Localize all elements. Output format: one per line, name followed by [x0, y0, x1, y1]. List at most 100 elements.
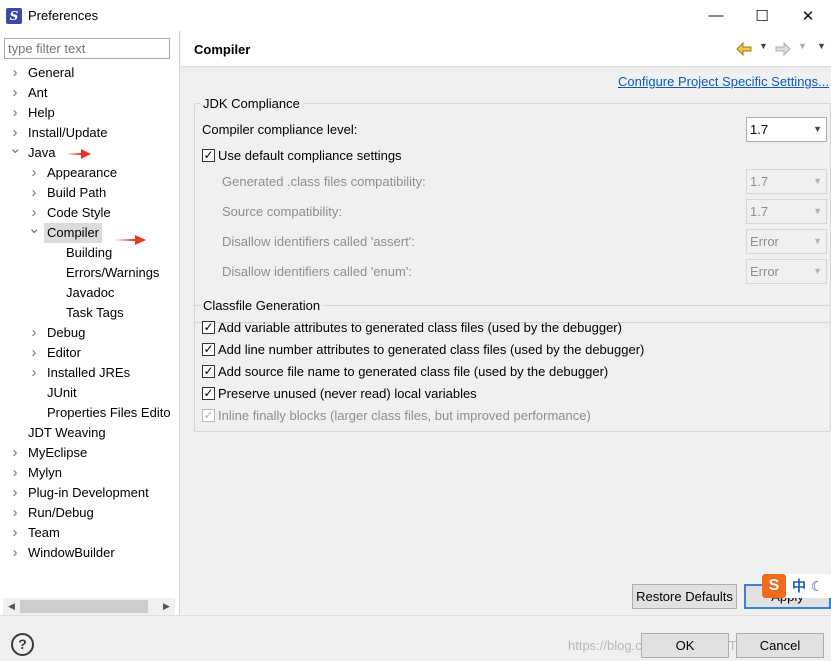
configure-project-settings-link[interactable]: Configure Project Specific Settings...	[618, 74, 829, 89]
tree-item[interactable]: ›Mylyn	[0, 463, 179, 483]
chevron-right-icon[interactable]: ›	[9, 503, 21, 523]
moon-icon[interactable]: ☾	[811, 578, 824, 595]
view-menu-icon[interactable]: ▼	[817, 41, 826, 51]
tree-item[interactable]: Task Tags	[0, 303, 179, 323]
ime-mode-indicator[interactable]: 中	[792, 576, 806, 596]
tree-item[interactable]: Building	[0, 243, 179, 263]
page-title: Compiler	[194, 42, 250, 57]
chevron-right-icon[interactable]: ›	[28, 163, 40, 183]
generated-class-compat-value: 1.7	[750, 174, 768, 189]
chevron-right-icon[interactable]: ›	[28, 363, 40, 383]
classfile-option-label[interactable]: Add line number attributes to generated …	[218, 342, 644, 357]
window-controls: — ☐ ✕	[693, 0, 831, 31]
chevron-right-icon[interactable]: ›	[9, 443, 21, 463]
tree-item[interactable]: ›Plug-in Development	[0, 483, 179, 503]
tree-item[interactable]: ›Help	[0, 103, 179, 123]
tree-item[interactable]: Javadoc	[0, 283, 179, 303]
classfile-option-label[interactable]: Add source file name to generated class …	[218, 364, 608, 379]
app-icon: S	[6, 8, 22, 24]
chevron-down-icon[interactable]: ⌄	[28, 223, 40, 243]
tree-horizontal-scrollbar[interactable]: ◀ ▶	[3, 598, 175, 615]
maximize-icon[interactable]: ☐	[739, 0, 785, 31]
disallow-assert-select[interactable]: Error ▼	[746, 229, 827, 254]
chevron-right-icon[interactable]: ›	[9, 103, 21, 123]
tree-item[interactable]: ›General	[0, 63, 179, 83]
tree-item-label: Build Path	[44, 183, 109, 203]
tree-item[interactable]: Properties Files Edito	[0, 403, 179, 423]
ok-button[interactable]: OK	[641, 633, 729, 658]
tree-item-label: Help	[25, 103, 58, 123]
chevron-right-icon[interactable]: ›	[9, 523, 21, 543]
tree-item-label: Javadoc	[63, 283, 117, 303]
chevron-down-icon: ▼	[813, 260, 822, 283]
minimize-icon[interactable]: —	[693, 0, 739, 31]
ime-toolbar[interactable]: S 中 ☾	[762, 574, 831, 598]
tree-item[interactable]: ›Debug	[0, 323, 179, 343]
annotation-arrow-icon	[114, 234, 146, 246]
page-header: Compiler ▼ ▼ ▼	[181, 31, 831, 67]
classfile-option-checkbox[interactable]: ✓	[202, 343, 215, 356]
chevron-right-icon[interactable]: ›	[28, 343, 40, 363]
tree-item[interactable]: JDT Weaving	[0, 423, 179, 443]
tree-item[interactable]: ›Run/Debug	[0, 503, 179, 523]
tree-item[interactable]: ›Appearance	[0, 163, 179, 183]
classfile-option-checkbox[interactable]: ✓	[202, 321, 215, 334]
tree-item[interactable]: ›WindowBuilder	[0, 543, 179, 563]
tree-item-label: Debug	[44, 323, 88, 343]
disallow-assert-label: Disallow identifiers called 'assert':	[222, 234, 415, 249]
chevron-down-icon: ▼	[813, 170, 822, 193]
classfile-option-label[interactable]: Add variable attributes to generated cla…	[218, 320, 622, 335]
chevron-right-icon[interactable]: ›	[28, 323, 40, 343]
tree-item-label: Java	[25, 143, 58, 163]
tree-item[interactable]: ›Code Style	[0, 203, 179, 223]
classfile-generation-legend: Classfile Generation	[200, 298, 323, 313]
tree-item[interactable]: Errors/Warnings	[0, 263, 179, 283]
tree-item[interactable]: ›Team	[0, 523, 179, 543]
source-compat-value: 1.7	[750, 204, 768, 219]
forward-dropdown-icon[interactable]: ▼	[798, 41, 807, 51]
tree-item-label: Run/Debug	[25, 503, 97, 523]
tree-item[interactable]: ›Build Path	[0, 183, 179, 203]
chevron-right-icon[interactable]: ›	[9, 483, 21, 503]
chevron-down-icon[interactable]: ⌄	[9, 143, 21, 163]
chevron-right-icon[interactable]: ›	[9, 63, 21, 83]
source-compat-select[interactable]: 1.7 ▼	[746, 199, 827, 224]
tree-item[interactable]: ›Editor	[0, 343, 179, 363]
filter-input[interactable]	[4, 38, 170, 59]
scroll-right-icon[interactable]: ▶	[158, 598, 175, 615]
chevron-right-icon[interactable]: ›	[9, 83, 21, 103]
tree-item[interactable]: ›Installed JREs	[0, 363, 179, 383]
back-dropdown-icon[interactable]: ▼	[759, 41, 768, 51]
tree-item-label: Editor	[44, 343, 84, 363]
classfile-option-checkbox[interactable]: ✓	[202, 365, 215, 378]
use-default-compliance-label[interactable]: Use default compliance settings	[218, 148, 402, 163]
chevron-right-icon[interactable]: ›	[9, 543, 21, 563]
scroll-left-icon[interactable]: ◀	[3, 598, 20, 615]
classfile-option-label: Inline finally blocks (larger class file…	[218, 408, 591, 423]
tree-item-label: Team	[25, 523, 63, 543]
generated-class-compat-select[interactable]: 1.7 ▼	[746, 169, 827, 194]
chevron-right-icon[interactable]: ›	[28, 183, 40, 203]
scrollbar-thumb[interactable]	[20, 600, 148, 613]
back-arrow-icon[interactable]	[736, 42, 752, 56]
tree-item[interactable]: ⌄Compiler	[0, 223, 179, 243]
tree-item-label: Code Style	[44, 203, 114, 223]
help-icon[interactable]: ?	[11, 633, 34, 656]
tree-item[interactable]: ›Install/Update	[0, 123, 179, 143]
disallow-enum-select[interactable]: Error ▼	[746, 259, 827, 284]
forward-arrow-icon[interactable]	[775, 42, 791, 56]
tree-item[interactable]: ›Ant	[0, 83, 179, 103]
tree-item-label: WindowBuilder	[25, 543, 118, 563]
source-compat-label: Source compatibility:	[222, 204, 342, 219]
classfile-option-checkbox[interactable]: ✓	[202, 387, 215, 400]
tree-item[interactable]: ›MyEclipse	[0, 443, 179, 463]
use-default-compliance-checkbox[interactable]: ✓	[202, 149, 215, 162]
compliance-level-value: 1.7	[750, 122, 768, 137]
cancel-button[interactable]: Cancel	[736, 633, 824, 658]
close-icon[interactable]: ✕	[785, 0, 831, 31]
restore-defaults-button[interactable]: Restore Defaults	[632, 584, 737, 609]
classfile-option-label[interactable]: Preserve unused (never read) local varia…	[218, 386, 477, 401]
tree-item[interactable]: JUnit	[0, 383, 179, 403]
chevron-right-icon[interactable]: ›	[9, 463, 21, 483]
compliance-level-select[interactable]: 1.7 ▼	[746, 117, 827, 142]
